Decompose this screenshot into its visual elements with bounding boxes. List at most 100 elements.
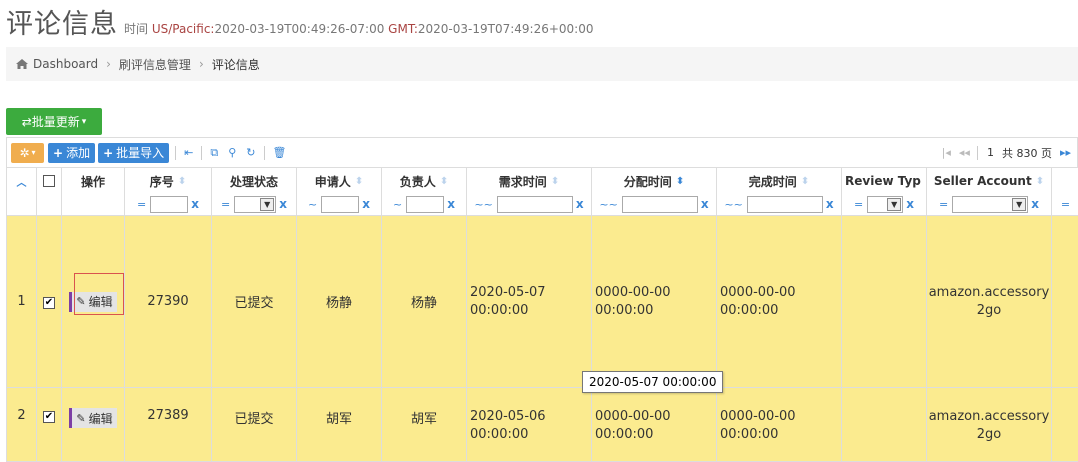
table-row[interactable]: 1 ✔ ✎编辑 27390 已提交 杨静 杨静 2020-05-0700:00:… <box>7 216 1078 388</box>
gear-icon: ✲ <box>19 146 29 160</box>
breadcrumb-dashboard[interactable]: Dashboard <box>33 57 98 71</box>
filter-operator: ~~ <box>474 198 492 211</box>
row-applicant: 胡军 <box>297 388 382 462</box>
seq-filter-input[interactable] <box>150 196 188 213</box>
seller-account-filter-select[interactable]: ▼ <box>952 196 1028 213</box>
review-table: ︿ 操作 序号⬍ =x 处理状态 =▼x 申请人⬍ ~x 负责人⬍ ~x 需求时… <box>6 167 1078 462</box>
timezone-us-pacific: US/Pacific: <box>152 22 215 36</box>
col-review-type-label: Review Typ <box>845 174 921 188</box>
col-status[interactable]: 处理状态 =▼x <box>212 168 297 216</box>
row-review-type <box>842 388 927 462</box>
refresh-icon[interactable]: ↻ <box>246 146 255 159</box>
req-time-filter-input[interactable] <box>497 196 573 213</box>
chevron-down-icon: ▼ <box>260 198 274 211</box>
clear-filter-icon[interactable]: x <box>701 197 709 211</box>
clear-filter-icon[interactable]: x <box>279 197 287 211</box>
row-index: 1 <box>7 216 37 388</box>
done-date: 0000-00-00 <box>720 284 841 302</box>
clear-filter-icon[interactable]: x <box>447 197 455 211</box>
col-applicant[interactable]: 申请人⬍ ~x <box>297 168 382 216</box>
sort-icon[interactable]: ⬍ <box>355 176 363 187</box>
row-checkbox[interactable]: ✔ <box>43 411 55 423</box>
breadcrumb: Dashboard › 刷评信息管理 › 评论信息 <box>6 47 1078 81</box>
assign-date: 0000-00-00 <box>595 284 716 302</box>
req-clock: 00:00:00 <box>470 302 591 320</box>
time-info: 时间 US/Pacific:2020-03-19T00:49:26-07:00 … <box>124 20 594 37</box>
row-req-time: 2020-05-0600:00:00 <box>467 388 592 462</box>
select-all-header <box>37 168 62 216</box>
row-seq: 27389 <box>125 388 212 462</box>
time-label: 时间 <box>124 22 148 36</box>
col-seq[interactable]: 序号⬍ =x <box>125 168 212 216</box>
time-gmt: 2020-03-19T07:49:26+00:00 <box>418 22 594 36</box>
col-overflow: = <box>1052 168 1078 216</box>
trash-icon[interactable]: 🗑 <box>273 146 287 159</box>
review-type-filter-select[interactable]: ▼ <box>867 196 903 213</box>
pager-divider <box>977 146 978 160</box>
copy-icon[interactable]: ⧉ <box>210 146 218 160</box>
collapse-columns-icon[interactable]: ⇤ <box>184 146 193 159</box>
page-title: 评论信息 <box>6 2 118 41</box>
assign-date: 0000-00-00 <box>595 408 716 426</box>
row-owner: 胡军 <box>382 388 467 462</box>
owner-filter-input[interactable] <box>406 196 444 213</box>
search-icon[interactable]: ⚲ <box>228 146 236 159</box>
clear-filter-icon[interactable]: x <box>362 197 370 211</box>
bulk-update-label: ⇄批量更新 <box>22 113 80 130</box>
bulk-update-button[interactable]: ⇄批量更新 ▾ <box>6 108 102 135</box>
clear-filter-icon[interactable]: x <box>191 197 199 211</box>
done-date: 0000-00-00 <box>720 408 841 426</box>
col-assign-time[interactable]: 分配时间⬍ ~~x <box>592 168 717 216</box>
sort-icon[interactable]: ⬍ <box>551 176 559 187</box>
sort-icon[interactable]: ⬍ <box>801 176 809 187</box>
select-all-checkbox[interactable] <box>43 175 55 187</box>
assign-clock: 00:00:00 <box>595 302 716 320</box>
expand-header[interactable]: ︿ <box>7 168 37 216</box>
chevron-down-icon: ▾ <box>82 117 87 127</box>
row-checkbox[interactable]: ✔ <box>43 297 55 309</box>
settings-dropdown-button[interactable]: ✲▾ <box>11 143 44 163</box>
col-req-time[interactable]: 需求时间 ⬍ ~~ x <box>467 168 592 216</box>
pager: |◂ ◂◂ 1 共 830 页 ▸▸ <box>938 145 1077 161</box>
row-seller-account: amazon.accessory2go <box>927 216 1052 388</box>
bulk-import-button[interactable]: + 批量导入 <box>98 143 169 163</box>
filter-operator: = <box>854 198 863 211</box>
page-number-input[interactable]: 1 <box>987 146 994 159</box>
sort-icon[interactable]: ⬍ <box>178 176 186 187</box>
chevron-right-icon: › <box>106 57 111 71</box>
filter-operator: = <box>221 198 230 211</box>
clear-filter-icon[interactable]: x <box>906 197 914 211</box>
chevron-right-icon: › <box>199 57 204 71</box>
chevron-up-icon: ︿ <box>7 168 36 194</box>
sort-desc-icon[interactable]: ⬍ <box>676 176 684 187</box>
edit-button[interactable]: ✎编辑 <box>69 408 116 428</box>
date-tooltip: 2020-05-07 00:00:00 <box>582 371 723 393</box>
col-req-time-label: 需求时间 <box>499 173 547 190</box>
add-label: 添加 <box>66 144 90 161</box>
row-overflow <box>1052 388 1078 462</box>
breadcrumb-review-management[interactable]: 刷评信息管理 <box>119 56 191 73</box>
toolbar-divider <box>264 146 265 160</box>
col-owner[interactable]: 负责人⬍ ~x <box>382 168 467 216</box>
row-select-cell: ✔ <box>37 388 62 462</box>
assign-time-filter-input[interactable] <box>622 196 698 213</box>
next-page-icon[interactable]: ▸▸ <box>1060 146 1071 159</box>
col-done-time-label: 完成时间 <box>749 173 797 190</box>
row-applicant: 杨静 <box>297 216 382 388</box>
status-filter-select[interactable]: ▼ <box>234 196 276 213</box>
clear-filter-icon[interactable]: x <box>826 197 834 211</box>
first-page-icon[interactable]: |◂ <box>942 146 951 159</box>
add-button[interactable]: + 添加 <box>48 143 95 163</box>
applicant-filter-input[interactable] <box>321 196 359 213</box>
col-review-type[interactable]: Review Typ = ▼x <box>842 168 927 216</box>
col-done-time[interactable]: 完成时间⬍ ~~x <box>717 168 842 216</box>
done-time-filter-input[interactable] <box>747 196 823 213</box>
table-row[interactable]: 2 ✔ ✎编辑 27389 已提交 胡军 胡军 2020-05-0600:00:… <box>7 388 1078 462</box>
sort-icon[interactable]: ⬍ <box>440 176 448 187</box>
sort-icon[interactable]: ⬍ <box>1036 176 1044 187</box>
prev-page-icon[interactable]: ◂◂ <box>959 146 970 159</box>
clear-filter-icon[interactable]: x <box>1031 197 1039 211</box>
clear-filter-icon[interactable]: x <box>576 197 584 211</box>
plus-icon: + <box>53 146 63 160</box>
col-seller-account[interactable]: Seller Account⬍ =▼x <box>927 168 1052 216</box>
